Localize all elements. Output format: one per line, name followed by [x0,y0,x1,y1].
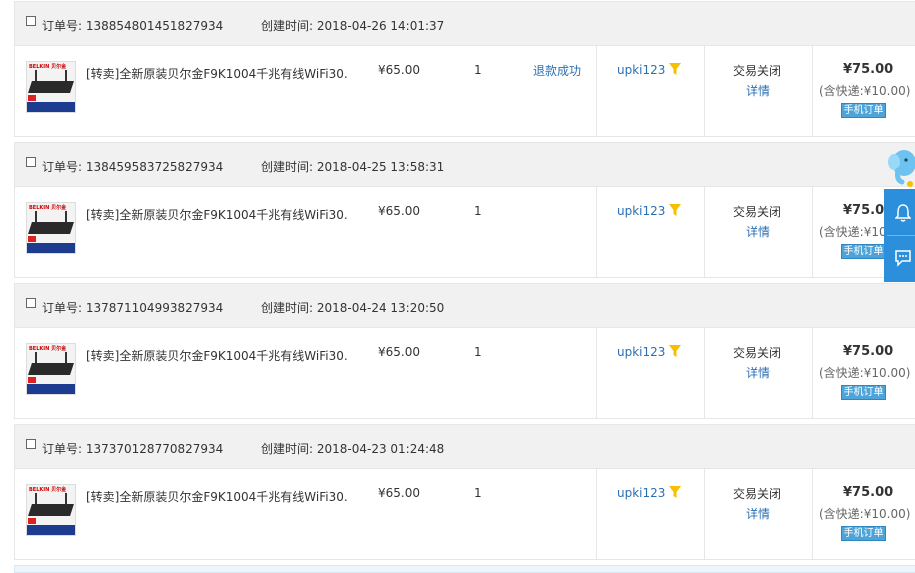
shipping-fee: (含快递:¥10.00) [819,84,911,98]
order-checkbox[interactable] [26,439,36,449]
mobile-order-button[interactable]: 手机订单 [841,385,886,400]
quantity: 1 [474,345,482,359]
order-body: BELKIN 贝尔金 [转卖]全新原装贝尔金F9K1004千兆有线WiFi30.… [14,469,915,560]
order-total: ¥75.00 [843,485,894,500]
order-card: 订单号: 138459583725827934 创建时间: 2018-04-25… [14,141,915,282]
quantity: 1 [474,486,482,500]
order-created-time: 创建时间: 2018-04-24 13:20:50 [261,301,445,315]
column-divider [596,187,597,277]
trade-status: 交易关闭 [733,487,782,501]
order-header: 订单号: 137370128770827934 创建时间: 2018-04-23… [14,424,915,469]
order-created-time: 创建时间: 2018-04-25 13:58:31 [261,160,445,174]
filter-icon[interactable] [669,63,681,75]
detail-link[interactable]: 详情 [746,505,770,522]
product-title-link[interactable]: [转卖]全新原装贝尔金F9K1004千兆有线WiFi30... [86,206,348,223]
order-number: 订单号: 137370128770827934 [42,442,224,456]
column-divider [596,328,597,418]
unit-price: ¥65.00 [378,345,420,359]
column-divider [704,328,705,418]
order-number: 订单号: 138854801451827934 [42,19,224,33]
side-panel-divider [887,235,915,236]
order-total: ¥75.00 [843,62,894,77]
filter-icon[interactable] [669,204,681,216]
order-checkbox[interactable] [26,298,36,308]
quantity: 1 [474,204,482,218]
column-divider [704,46,705,136]
seller-link[interactable]: upki123 [617,63,665,77]
column-divider [596,469,597,559]
product-title-link[interactable]: [转卖]全新原装贝尔金F9K1004千兆有线WiFi30... [86,347,348,364]
next-order-header [14,565,915,573]
mobile-order-button[interactable]: 手机订单 [841,103,886,118]
column-divider [704,187,705,277]
quantity: 1 [474,63,482,77]
order-body: BELKIN 贝尔金 [转卖]全新原装贝尔金F9K1004千兆有线WiFi30.… [14,328,915,419]
seller-link[interactable]: upki123 [617,486,665,500]
product-thumbnail[interactable]: BELKIN 贝尔金 [26,343,76,395]
detail-link[interactable]: 详情 [746,364,770,381]
floating-side-panel [884,189,915,282]
order-created-time: 创建时间: 2018-04-26 14:01:37 [261,19,445,33]
order-list: 订单号: 138854801451827934 创建时间: 2018-04-26… [14,0,915,564]
unit-price: ¥65.00 [378,63,420,77]
trade-status: 交易关闭 [733,346,782,360]
order-number: 订单号: 138459583725827934 [42,160,224,174]
mobile-order-button[interactable]: 手机订单 [841,526,886,541]
column-divider [812,469,813,559]
product-title-link[interactable]: [转卖]全新原装贝尔金F9K1004千兆有线WiFi30... [86,488,348,505]
bell-icon[interactable] [895,203,911,223]
order-card: 订单号: 137871104993827934 创建时间: 2018-04-24… [14,282,915,423]
detail-link[interactable]: 详情 [746,82,770,99]
unit-price: ¥65.00 [378,204,420,218]
order-card: 订单号: 138854801451827934 创建时间: 2018-04-26… [14,0,915,141]
product-thumbnail[interactable]: BELKIN 贝尔金 [26,61,76,113]
seller-link[interactable]: upki123 [617,204,665,218]
column-divider [704,469,705,559]
seller-link[interactable]: upki123 [617,345,665,359]
column-divider [596,46,597,136]
order-body: BELKIN 贝尔金 [转卖]全新原装贝尔金F9K1004千兆有线WiFi30.… [14,187,915,278]
shipping-fee: (含快递:¥10.00) [819,507,911,521]
order-header: 订单号: 138854801451827934 创建时间: 2018-04-26… [14,1,915,46]
product-thumbnail[interactable]: BELKIN 贝尔金 [26,484,76,536]
order-header: 订单号: 137871104993827934 创建时间: 2018-04-24… [14,283,915,328]
trade-status: 交易关闭 [733,205,782,219]
trade-status: 交易关闭 [733,64,782,78]
elephant-mascot-icon[interactable] [884,146,915,188]
refund-status-link[interactable]: 退款成功 [533,62,581,79]
column-divider [812,187,813,277]
mobile-order-button[interactable]: 手机订单 [841,244,886,259]
unit-price: ¥65.00 [378,486,420,500]
shipping-fee: (含快递:¥10.00) [819,366,911,380]
order-header: 订单号: 138459583725827934 创建时间: 2018-04-25… [14,142,915,187]
order-card: 订单号: 137370128770827934 创建时间: 2018-04-23… [14,423,915,564]
order-number: 订单号: 137871104993827934 [42,301,224,315]
order-body: BELKIN 贝尔金 [转卖]全新原装贝尔金F9K1004千兆有线WiFi30.… [14,46,915,137]
order-checkbox[interactable] [26,16,36,26]
order-total: ¥75.00 [843,344,894,359]
order-created-time: 创建时间: 2018-04-23 01:24:48 [261,442,445,456]
filter-icon[interactable] [669,345,681,357]
order-checkbox[interactable] [26,157,36,167]
detail-link[interactable]: 详情 [746,223,770,240]
filter-icon[interactable] [669,486,681,498]
column-divider [812,46,813,136]
column-divider [812,328,813,418]
product-title-link[interactable]: [转卖]全新原装贝尔金F9K1004千兆有线WiFi30... [86,65,348,82]
chat-icon[interactable] [895,249,911,267]
product-thumbnail[interactable]: BELKIN 贝尔金 [26,202,76,254]
